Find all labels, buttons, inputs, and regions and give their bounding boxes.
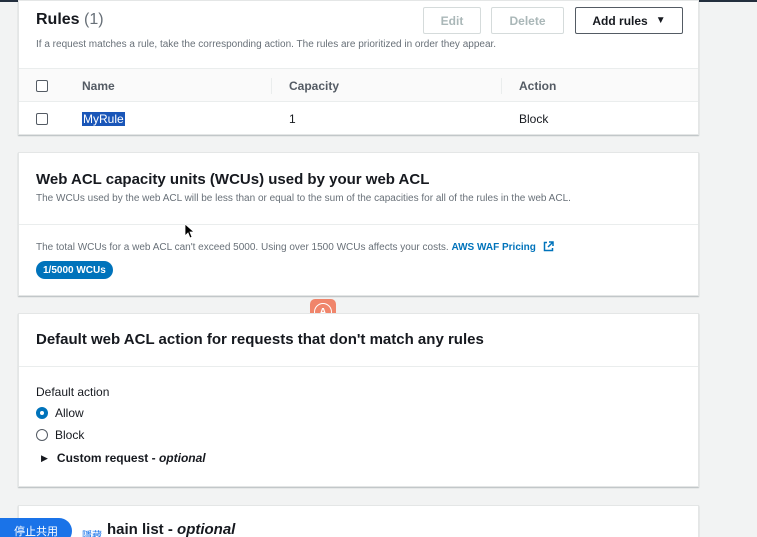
custom-request-expander[interactable]: ▶ Custom request - optional: [41, 451, 206, 465]
radio-allow[interactable]: Allow: [36, 406, 84, 420]
radio-button[interactable]: [36, 429, 48, 441]
domain-list-panel: hain list - optional: [18, 505, 699, 537]
wcu-description: The WCUs used by the web ACL will be les…: [36, 193, 571, 204]
rules-table-header: Name Capacity Action: [19, 68, 698, 102]
caret-down-icon: ▼: [655, 15, 666, 26]
pricing-link-label[interactable]: AWS WAF Pricing: [451, 242, 535, 253]
external-link-icon[interactable]: [543, 241, 554, 252]
wcu-title: Web ACL capacity units (WCUs) used by yo…: [36, 171, 430, 188]
default-action-panel: Default web ACL action for requests that…: [18, 313, 699, 487]
delete-button[interactable]: Delete: [491, 7, 564, 34]
radio-button-checked[interactable]: [36, 407, 48, 419]
wcu-note-text: The total WCUs for a web ACL can't excee…: [36, 242, 449, 253]
table-row[interactable]: MyRule 1 Block: [19, 102, 698, 135]
default-action-label: Default action: [36, 385, 110, 399]
edit-button[interactable]: Edit: [423, 7, 481, 34]
pricing-link[interactable]: AWS WAF Pricing: [451, 241, 554, 253]
column-divider[interactable]: [501, 78, 502, 94]
select-all-checkbox[interactable]: [36, 80, 48, 92]
column-header-capacity[interactable]: Capacity: [289, 79, 339, 93]
domain-list-optional: optional: [177, 521, 236, 537]
wcu-panel: Web ACL capacity units (WCUs) used by yo…: [18, 152, 699, 296]
panel-divider: [19, 224, 698, 225]
add-rules-button[interactable]: Add rules ▼: [575, 7, 683, 34]
column-divider[interactable]: [271, 78, 272, 94]
radio-block[interactable]: Block: [36, 428, 84, 442]
rule-name[interactable]: MyRule: [82, 112, 125, 126]
rules-panel: Rules (1) If a request matches a rule, t…: [18, 0, 699, 135]
column-header-name[interactable]: Name: [82, 79, 115, 93]
caret-right-icon: ▶: [41, 452, 48, 463]
rule-name-cell[interactable]: MyRule: [82, 112, 125, 126]
custom-request-label[interactable]: Custom request: [57, 451, 148, 465]
optional-label: optional: [158, 451, 206, 465]
hide-link[interactable]: 隱藏: [82, 527, 102, 537]
domain-list-title: hain list: [107, 521, 164, 537]
mouse-cursor-icon: [185, 224, 195, 239]
row-checkbox[interactable]: [36, 113, 48, 125]
wcu-note: The total WCUs for a web ACL can't excee…: [36, 241, 554, 253]
stop-sharing-button[interactable]: 停止共用: [0, 518, 72, 537]
rules-heading: Rules (1): [36, 11, 104, 29]
radio-allow-label[interactable]: Allow: [55, 406, 84, 420]
radio-block-label[interactable]: Block: [55, 428, 84, 442]
rules-title: Rules: [36, 11, 80, 28]
rule-capacity-cell: 1: [289, 112, 296, 126]
rule-action-cell: Block: [519, 112, 549, 126]
domain-list-heading: hain list - optional: [107, 521, 236, 537]
add-rules-label: Add rules: [592, 13, 648, 28]
wcu-usage-badge: 1/5000 WCUs: [36, 261, 113, 279]
rules-description: If a request matches a rule, take the co…: [36, 39, 497, 50]
panel-divider: [19, 366, 698, 367]
column-header-action[interactable]: Action: [519, 79, 556, 93]
default-action-title: Default web ACL action for requests that…: [36, 331, 484, 348]
rules-count: (1): [84, 11, 104, 28]
